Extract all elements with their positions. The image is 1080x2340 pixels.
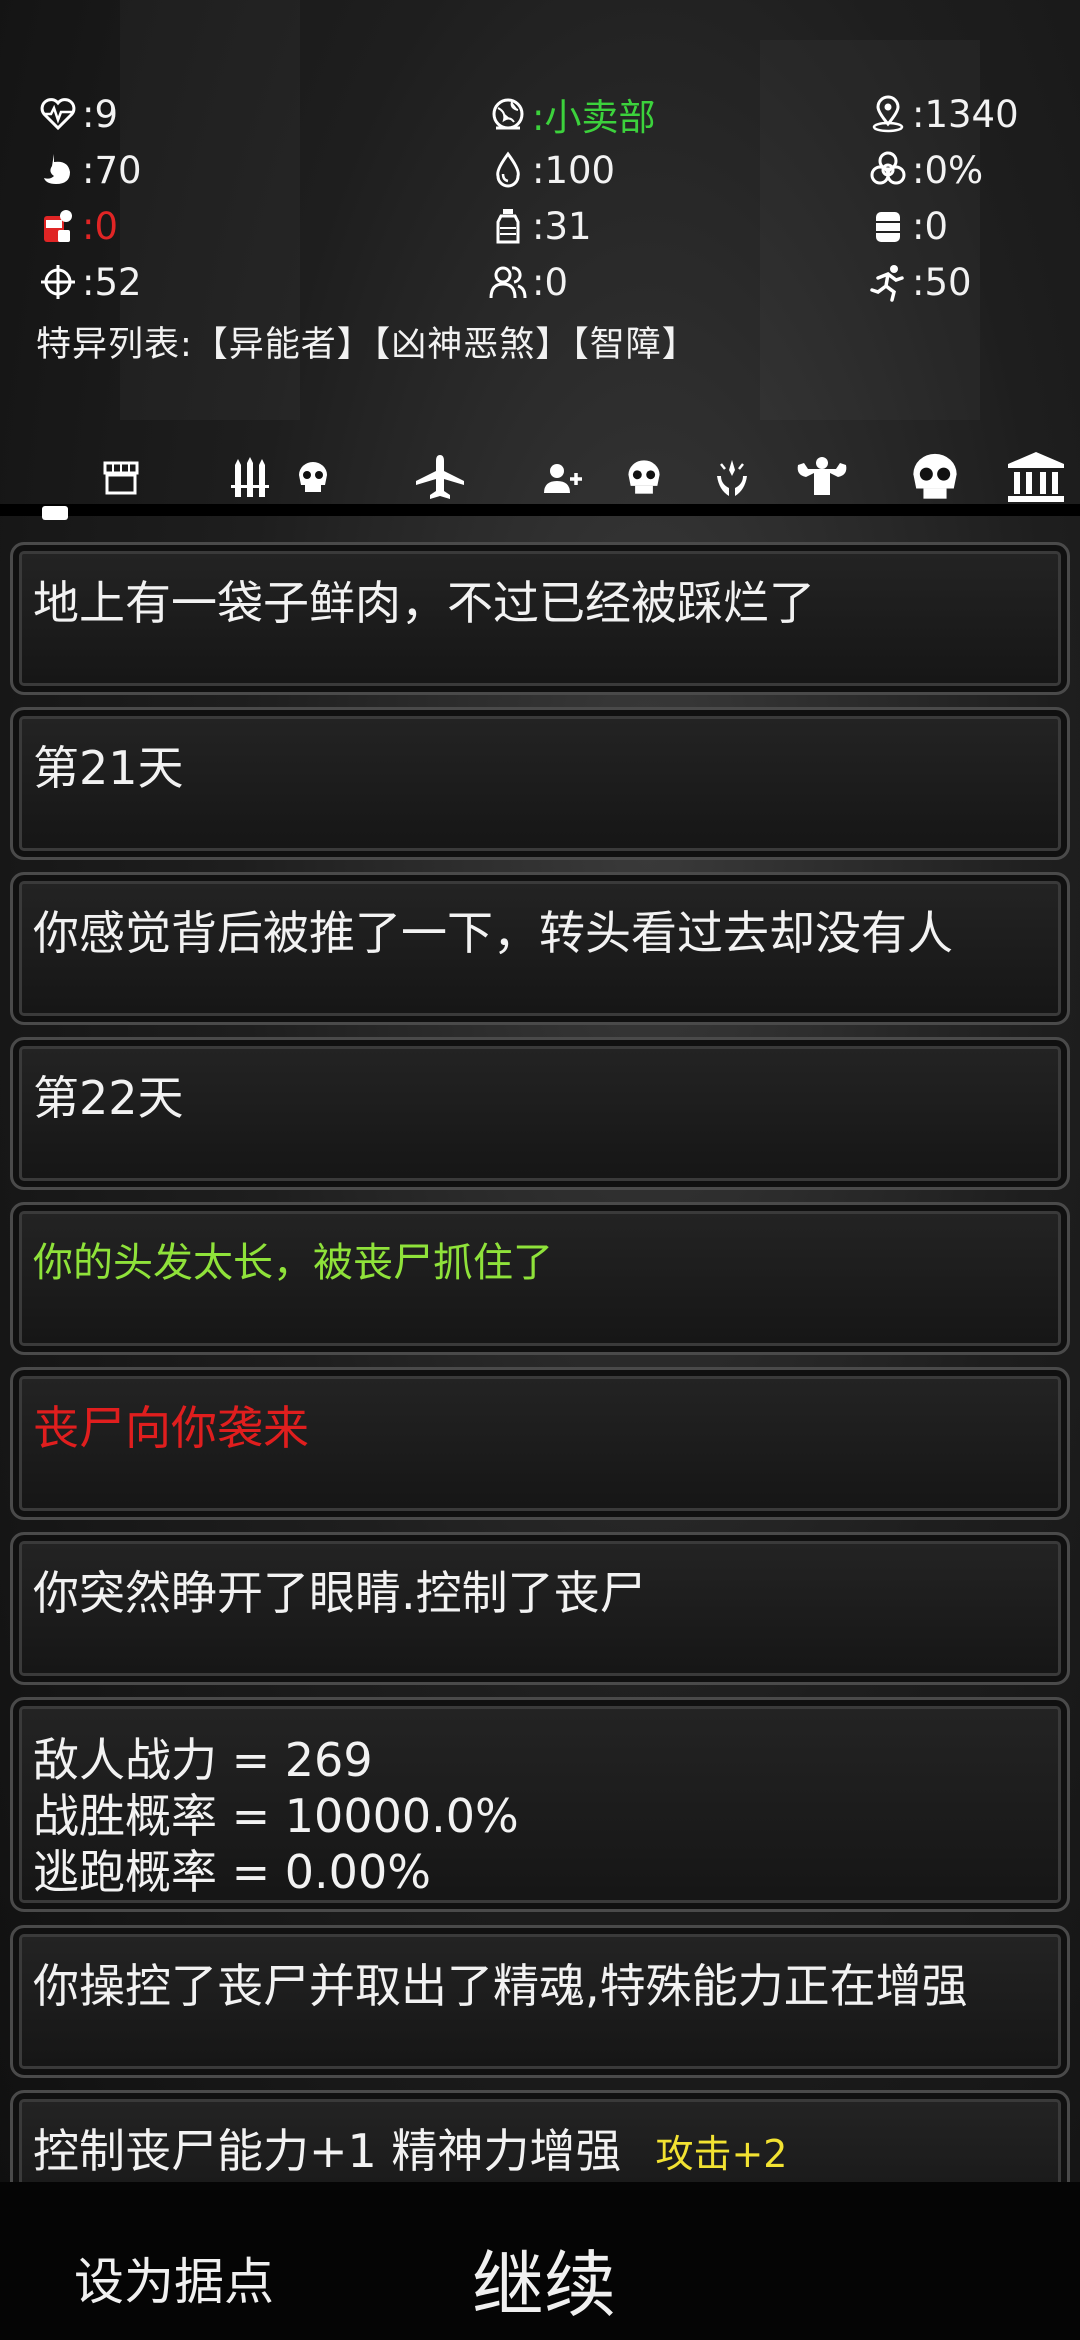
tab-travel[interactable] bbox=[410, 450, 470, 504]
tab-shop[interactable] bbox=[96, 450, 146, 504]
log-entry-text: 丧尸向你袭来 bbox=[33, 1401, 309, 1455]
speed-value: :50 bbox=[912, 260, 972, 304]
weapons-icon bbox=[231, 457, 269, 497]
log-entry-bonus: 攻击+2 bbox=[655, 2132, 788, 2176]
log-entry: 丧尸向你袭来 bbox=[10, 1367, 1070, 1520]
stomach-icon bbox=[36, 148, 80, 192]
log-entry-text: 第22天 bbox=[33, 1071, 184, 1125]
infection-value: :0% bbox=[912, 148, 984, 192]
set-base-button[interactable]: 设为据点 bbox=[74, 2242, 274, 2314]
food-stat: :0 bbox=[36, 204, 486, 248]
log-entry: 控制丧尸能力+1 精神力增强 攻击+2 bbox=[10, 2090, 1070, 2182]
food-value: :0 bbox=[82, 204, 119, 248]
muscle-icon bbox=[797, 457, 847, 495]
distance-value: :1340 bbox=[912, 92, 1019, 136]
stats-row-4: :52 :0 :50 bbox=[36, 254, 1046, 310]
drink-value: :31 bbox=[532, 204, 592, 248]
tab-strength[interactable] bbox=[792, 450, 852, 504]
fuel-value: :0 bbox=[912, 204, 949, 248]
infection-stat: :0% bbox=[866, 148, 1046, 192]
log-entry: 你操控了丧尸并取出了精魂,特殊能力正在增强 bbox=[10, 1925, 1070, 2078]
log-entry-text: 你感觉背后被推了一下，转头看过去却没有人 bbox=[33, 906, 953, 960]
stats-row-3: :0 :31 :0 bbox=[36, 198, 1046, 254]
log-entry-text: 你的头发太长，被丧尸抓住了 bbox=[33, 1240, 553, 1286]
log-entry: 你突然睁开了眼睛.控制了丧尸 bbox=[10, 1532, 1070, 1685]
stats-panel: :9 :小卖部 :1340 :70 :100:0%:0:31:0:52… bbox=[36, 86, 1046, 367]
food-can-icon bbox=[36, 204, 80, 248]
health-value: :9 bbox=[82, 92, 119, 136]
companions-value: :0 bbox=[532, 260, 569, 304]
crosshair-icon bbox=[36, 260, 80, 304]
category-tab-bar bbox=[0, 440, 1080, 518]
shop-icon bbox=[103, 461, 139, 495]
stats-row-1: :9 :小卖部 :1340 bbox=[36, 86, 1046, 142]
globe-icon bbox=[486, 92, 530, 136]
log-entry: 第21天 bbox=[10, 707, 1070, 860]
continue-button[interactable]: 继续 bbox=[472, 2226, 616, 2331]
log-entry: 你的头发太长，被丧尸抓住了 bbox=[10, 1202, 1070, 1355]
drink-stat: :31 bbox=[486, 204, 866, 248]
log-entry: 你感觉背后被推了一下，转头看过去却没有人 bbox=[10, 872, 1070, 1025]
log-entry: 第22天 bbox=[10, 1037, 1070, 1190]
people-icon bbox=[486, 260, 530, 304]
log-entry-text: 地上有一袋子鲜肉，不过已经被踩烂了 bbox=[33, 576, 815, 630]
water-drop-icon bbox=[486, 148, 530, 192]
location-stat: :小卖部 bbox=[486, 87, 866, 141]
battle-stats-text: 敌人战力 = 269 战胜概率 = 10000.0% 逃跑概率 = 0.00% bbox=[33, 1733, 519, 1899]
log-entry-battle: 敌人战力 = 269 战胜概率 = 10000.0% 逃跑概率 = 0.00% bbox=[10, 1697, 1070, 1912]
water-value: :100 bbox=[532, 148, 616, 192]
bottle-icon bbox=[486, 204, 530, 248]
distance-stat: :1340 bbox=[866, 92, 1046, 136]
tab-enemies[interactable] bbox=[620, 450, 668, 504]
hands-light-icon bbox=[717, 460, 747, 496]
add-person-icon bbox=[544, 464, 582, 493]
location-pin-icon bbox=[866, 92, 910, 136]
running-icon bbox=[866, 260, 910, 304]
log-entry-text: 你操控了丧尸并取出了精魂,特殊能力正在增强 bbox=[33, 1959, 968, 2013]
skull-large-icon bbox=[913, 453, 957, 499]
health-stat: :9 bbox=[36, 92, 486, 136]
log-entry: 地上有一袋子鲜肉，不过已经被踩烂了 bbox=[10, 542, 1070, 695]
traits-list: 特异列表:【异能者】【凶神恶煞】【智障】 bbox=[36, 325, 698, 365]
event-log[interactable]: 地上有一袋子鲜肉，不过已经被踩烂了 第21天 你感觉背后被推了一下，转头看过去却… bbox=[0, 532, 1080, 2182]
stats-row-2: :70 :100 :0% bbox=[36, 142, 1046, 198]
heart-pulse-icon bbox=[36, 92, 80, 136]
tab-recruit[interactable] bbox=[540, 450, 586, 504]
fuel-stat: :0 bbox=[866, 204, 1046, 248]
hunger-value: :70 bbox=[82, 148, 142, 192]
accuracy-stat: :52 bbox=[36, 260, 486, 304]
airplane-icon bbox=[416, 455, 464, 499]
tab-boss[interactable] bbox=[906, 450, 964, 504]
tab-indicator bbox=[42, 506, 68, 520]
bottom-bar: 设为据点 继续 bbox=[0, 2182, 1080, 2340]
log-entry-text: 控制丧尸能力+1 精神力增强 攻击+2 bbox=[33, 2123, 1047, 2182]
biohazard-icon bbox=[866, 148, 910, 192]
tab-zombies[interactable] bbox=[292, 450, 334, 504]
tab-abilities[interactable] bbox=[708, 450, 756, 504]
accuracy-value: :52 bbox=[82, 260, 142, 304]
hunger-stat: :70 bbox=[36, 148, 486, 192]
water-stat: :100 bbox=[486, 148, 866, 192]
tab-weapons[interactable] bbox=[222, 450, 276, 504]
log-entry-text: 第21天 bbox=[33, 741, 184, 795]
tab-bank[interactable] bbox=[1004, 450, 1068, 504]
skull-icon bbox=[299, 462, 327, 492]
log-entry-text: 你突然睁开了眼睛.控制了丧尸 bbox=[33, 1566, 646, 1620]
speed-stat: :50 bbox=[866, 260, 1046, 304]
location-value: :小卖部 bbox=[532, 96, 656, 139]
bank-icon bbox=[1008, 452, 1064, 502]
barrel-icon bbox=[866, 204, 910, 248]
log-entry-main: 控制丧尸能力+1 精神力增强 bbox=[33, 2124, 622, 2178]
companions-stat: :0 bbox=[486, 260, 866, 304]
skull-icon bbox=[628, 460, 660, 494]
tab-bar-strip bbox=[0, 504, 1080, 516]
